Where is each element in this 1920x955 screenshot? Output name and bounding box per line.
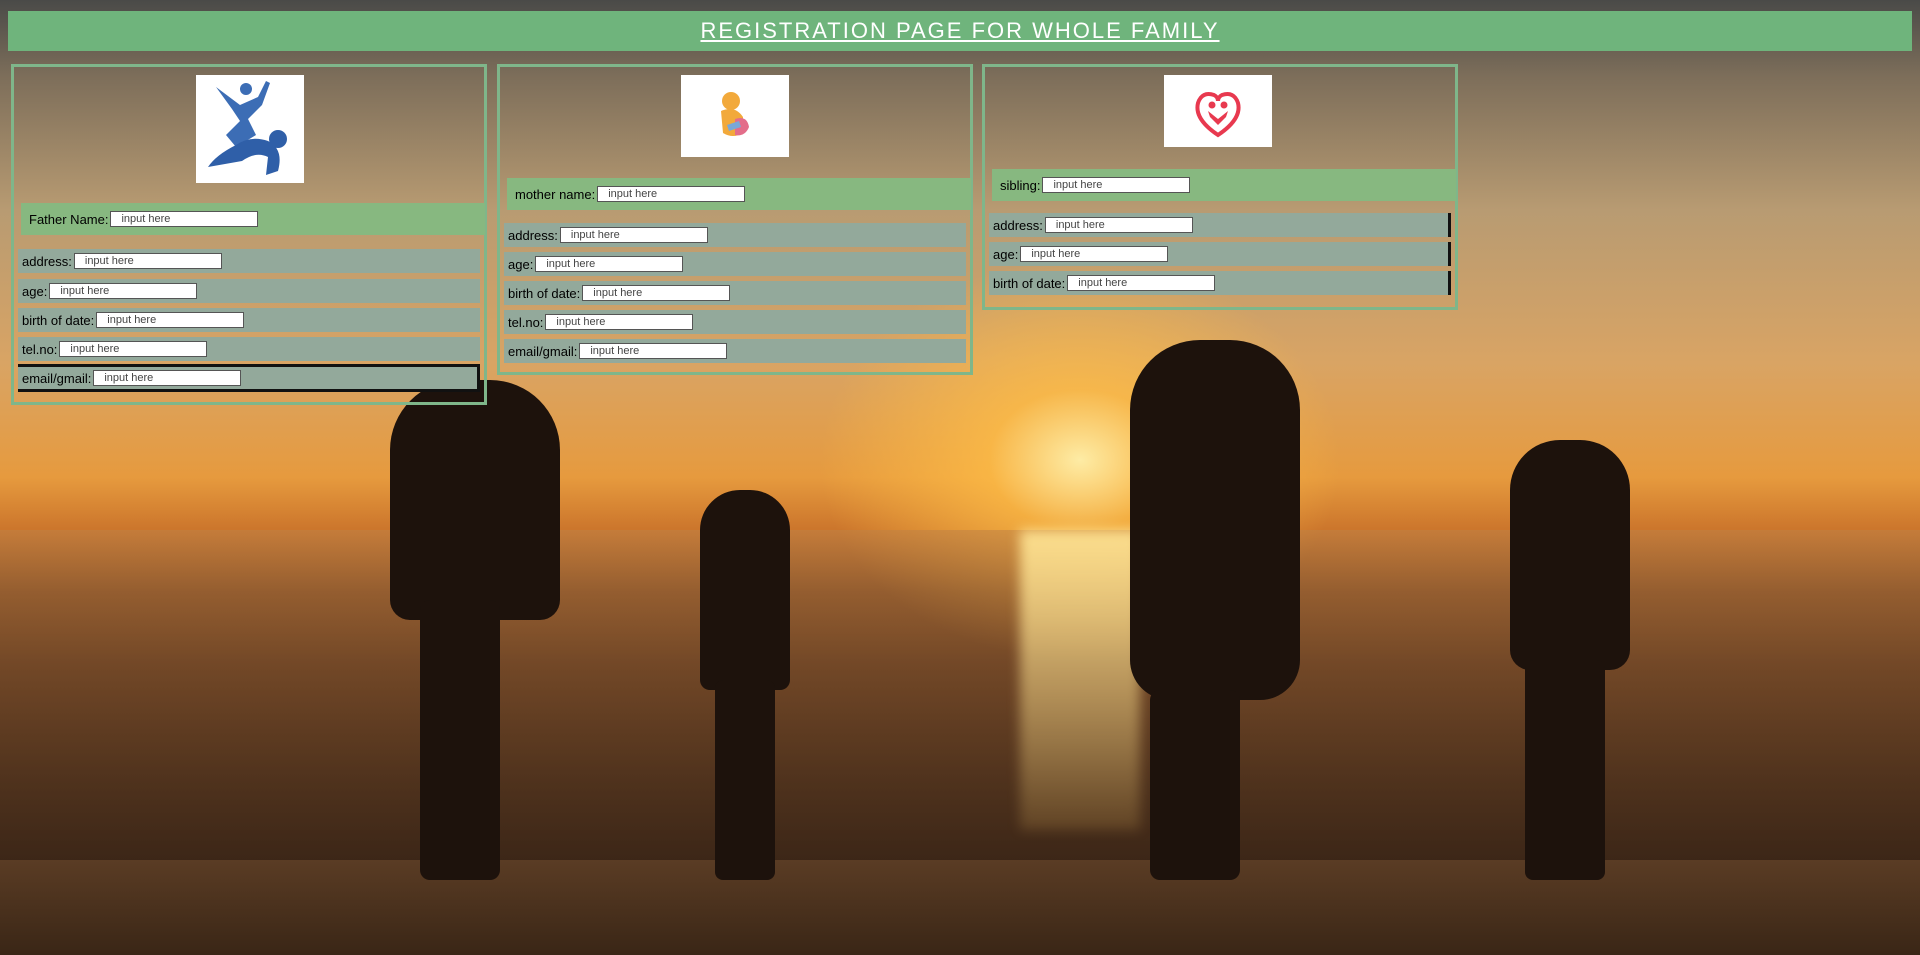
sibling-age-row: age:: [989, 242, 1451, 266]
father-email-input[interactable]: [93, 370, 242, 386]
father-telno-label: tel.no:: [22, 341, 58, 357]
sibling-birthdate-row: birth of date:: [989, 271, 1451, 295]
sibling-address-input[interactable]: [1044, 217, 1193, 233]
father-email-label: email/gmail:: [22, 370, 92, 386]
sibling-name-label: sibling:: [1000, 177, 1041, 193]
father-age-input[interactable]: [49, 283, 198, 299]
sibling-birthdate-input[interactable]: [1067, 275, 1216, 291]
mother-address-input[interactable]: [559, 227, 708, 243]
mother-birthdate-input[interactable]: [582, 285, 731, 301]
sibling-name-row: sibling:: [992, 169, 1456, 201]
father-logo: [196, 75, 304, 183]
father-name-label: Father Name:: [29, 211, 109, 227]
silhouette-mother-legs: [1150, 690, 1240, 880]
father-birthdate-label: birth of date:: [22, 312, 95, 328]
silhouette-child-2: [1510, 440, 1630, 670]
mother-email-input[interactable]: [579, 343, 728, 359]
mother-telno-row: tel.no:: [504, 310, 966, 334]
silhouette-father-legs: [420, 600, 500, 880]
mother-telno-label: tel.no:: [508, 314, 544, 330]
silhouette-father: [390, 380, 560, 620]
background-sand: [0, 860, 1920, 955]
page-title: REGISTRATION PAGE FOR WHOLE FAMILY: [700, 18, 1220, 43]
silhouette-child-1-legs: [715, 680, 775, 880]
father-email-row: email/gmail:: [18, 364, 480, 392]
mother-address-label: address:: [508, 227, 558, 243]
mother-email-label: email/gmail:: [508, 343, 578, 359]
mother-birthdate-row: birth of date:: [504, 281, 966, 305]
header-bar: REGISTRATION PAGE FOR WHOLE FAMILY: [8, 11, 1912, 51]
father-telno-input[interactable]: [59, 341, 208, 357]
father-address-label: address:: [22, 253, 72, 269]
mother-telno-input[interactable]: [545, 314, 694, 330]
sibling-birthdate-label: birth of date:: [993, 275, 1066, 291]
father-name-input[interactable]: [110, 211, 259, 227]
mother-age-row: age:: [504, 252, 966, 276]
silhouette-child-1: [700, 490, 790, 690]
mother-name-label: mother name:: [515, 186, 596, 202]
father-address-row: address:: [18, 249, 480, 273]
heart-family-icon: [1195, 92, 1241, 138]
sibling-name-input[interactable]: [1042, 177, 1191, 193]
sibling-panel: sibling: address: age: birth of date:: [982, 64, 1458, 310]
sibling-address-row: address:: [989, 213, 1451, 237]
father-age-row: age:: [18, 279, 480, 303]
sibling-age-label: age:: [993, 246, 1019, 262]
silhouette-child-2-legs: [1525, 660, 1605, 880]
father-birthdate-input[interactable]: [96, 312, 245, 328]
background-sea: [0, 530, 1920, 860]
mother-age-label: age:: [508, 256, 534, 272]
mother-age-input[interactable]: [535, 256, 684, 272]
sibling-logo: [1164, 75, 1272, 147]
mother-logo: [681, 75, 789, 157]
mother-panel: mother name: address: age: birth of date…: [497, 64, 973, 375]
background-sun-reflection: [1020, 530, 1140, 830]
father-child-icon: [208, 81, 287, 175]
mother-name-input[interactable]: [597, 186, 746, 202]
mother-child-icon: [721, 92, 749, 136]
father-address-input[interactable]: [73, 253, 222, 269]
mother-email-row: email/gmail:: [504, 339, 966, 363]
father-name-row: Father Name:: [21, 203, 485, 235]
silhouette-mother: [1130, 340, 1300, 700]
father-panel: Father Name: address: age: birth of date…: [11, 64, 487, 405]
father-birthdate-row: birth of date:: [18, 308, 480, 332]
mother-birthdate-label: birth of date:: [508, 285, 581, 301]
father-telno-row: tel.no:: [18, 337, 480, 361]
father-age-label: age:: [22, 283, 48, 299]
mother-address-row: address:: [504, 223, 966, 247]
sibling-address-label: address:: [993, 217, 1043, 233]
sibling-age-input[interactable]: [1020, 246, 1169, 262]
mother-name-row: mother name:: [507, 178, 971, 210]
